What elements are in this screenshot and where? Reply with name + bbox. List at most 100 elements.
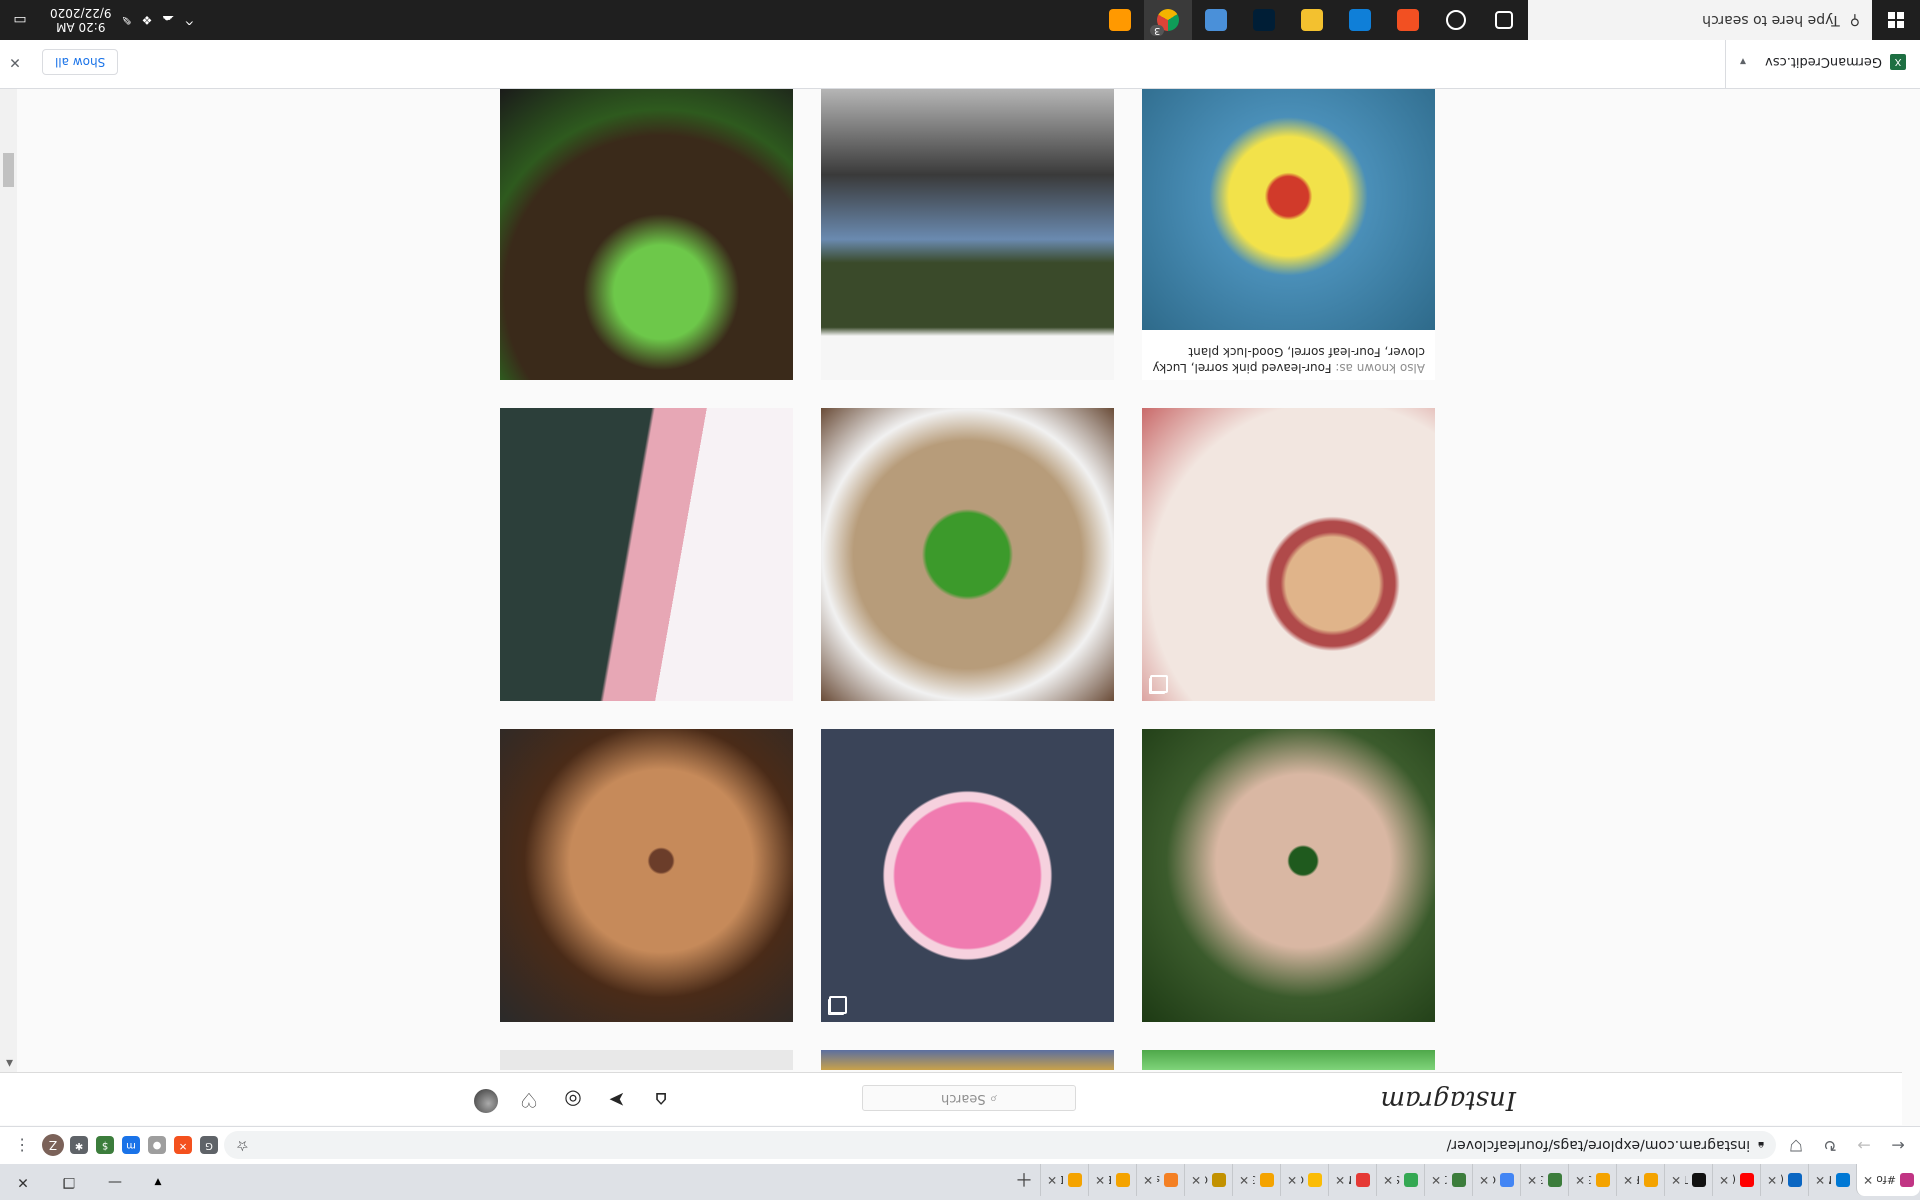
post-thumbnail[interactable] [821,1050,1114,1070]
browser-tab[interactable]: Mail ✕ [1808,1164,1856,1196]
menu-kebab-icon[interactable]: ⋮ [8,1132,36,1160]
home-icon[interactable]: ⌂ [648,1087,674,1113]
post-thumbnail[interactable] [821,408,1114,701]
office-app-taskbar-button[interactable] [1384,0,1432,40]
browser-tab[interactable]: The l ✕ [1664,1164,1712,1196]
show-hidden-icons-chevron[interactable]: ^ [184,13,194,27]
taskbar-search-box[interactable]: ⚲ Type here to search [1528,0,1872,40]
browser-tab[interactable]: (7) Su ✕ [1712,1164,1760,1196]
tab-close-icon[interactable]: ✕ [1479,1173,1489,1187]
tab-label: 3.2.4 [1589,1174,1592,1187]
restore-button[interactable]: ❐ [46,1174,92,1190]
onedrive-app-taskbar-button[interactable] [1192,0,1240,40]
gear-extension-icon[interactable]: G [200,1136,218,1155]
browser-tab[interactable]: Expe ✕ [1088,1164,1136,1196]
browser-tab[interactable]: Featu ✕ [1616,1164,1664,1196]
tab-close-icon[interactable]: ✕ [1239,1173,1249,1187]
profile-avatar-icon[interactable] [474,1089,498,1113]
forward-button[interactable]: → [1850,1132,1878,1160]
tab-close-icon[interactable]: ✕ [1383,1173,1393,1187]
browser-tab[interactable]: Searc ✕ [1376,1164,1424,1196]
onedrive-tray-icon[interactable]: ☁ [162,13,174,27]
photoshop-app-taskbar-button[interactable] [1240,0,1288,40]
bookmark-star-icon[interactable]: ☆ [236,1138,249,1154]
post-image [1142,729,1435,1022]
minimize-button[interactable]: — [92,1174,138,1190]
tab-close-icon[interactable]: ✕ [1527,1173,1537,1187]
tab-close-icon[interactable]: ✕ [1623,1173,1633,1187]
dollar-extension-icon[interactable]: $ [96,1136,114,1155]
tab-close-icon[interactable]: ✕ [1671,1173,1681,1187]
close-window-button[interactable]: ✕ [0,1174,46,1190]
tab-close-icon[interactable]: ✕ [1431,1173,1441,1187]
taskbar-clock[interactable]: 9:20 AM 9/22/2020 [50,6,112,34]
post-thumbnail[interactable] [1142,408,1435,701]
back-button[interactable]: ← [1884,1132,1912,1160]
grey-circle-extension-icon[interactable]: ● [148,1136,166,1155]
notification-center-icon[interactable]: ▭ [0,12,40,28]
browser-tab[interactable]: 3.2.4 ✕ [1568,1164,1616,1196]
browser-tab[interactable]: 1585 ✕ [1424,1164,1472,1196]
blue-extension-icon[interactable]: m [122,1136,140,1155]
post-thumbnail[interactable] [1142,729,1435,1022]
chrome-app-taskbar-button[interactable]: 3 [1144,0,1192,40]
browser-tab[interactable]: Mini- ✕ [1328,1164,1376,1196]
pen-tray-icon[interactable]: ✎ [122,13,132,27]
address-bar[interactable]: 🔒︎ instagram.com/explore/tags/fourleafcl… [224,1131,1776,1160]
scrollbar-thumb[interactable] [3,153,14,187]
download-item[interactable]: X GermanCredit.csv ▾ [1725,36,1920,88]
shield-icon[interactable]: ⛉ [1782,1132,1810,1160]
post-thumbnail[interactable] [500,729,793,1022]
tab-close-icon[interactable]: ✕ [1719,1173,1729,1187]
browser-tab[interactable]: Class ✕ [1184,1164,1232,1196]
browser-tab[interactable]: 3.2.4 ✕ [1232,1164,1280,1196]
orange-extension-icon[interactable]: ✕ [174,1136,192,1155]
chevron-down-icon[interactable]: ▾ [1740,55,1746,69]
cortana-taskbar-button[interactable] [1432,0,1480,40]
direct-message-icon[interactable]: ➤ [604,1087,630,1113]
tab-close-icon[interactable]: ✕ [1287,1173,1297,1187]
dropbox-tray-icon[interactable]: ❖ [142,13,153,27]
browser-tab[interactable]: Data ✕ [1040,1164,1088,1196]
post-thumbnail[interactable] [500,1050,793,1070]
tab-close-icon[interactable]: ✕ [1815,1173,1825,1187]
show-all-downloads-button[interactable]: Show all [42,49,119,75]
reload-button[interactable]: ↻ [1816,1132,1844,1160]
browser-tab[interactable]: #four ✕ [1856,1164,1920,1196]
tab-close-icon[interactable]: ✕ [1191,1173,1201,1187]
tab-close-icon[interactable]: ✕ [1095,1173,1105,1187]
tab-search-button[interactable]: ▾ [138,1164,178,1200]
edge-app-taskbar-button[interactable] [1336,0,1384,40]
post-thumbnail[interactable] [821,729,1114,1022]
browser-tab[interactable]: (1) Li ✕ [1760,1164,1808,1196]
tab-close-icon[interactable]: ✕ [1335,1173,1345,1187]
search-input[interactable]: ⌕ Search [862,1085,1076,1111]
plant-info-card[interactable]: Also known as: Four-leaved pink sorrel, … [1142,87,1435,380]
puzzle-extension-icon[interactable]: ✱ [70,1136,88,1155]
post-thumbnail[interactable] [821,87,1114,380]
start-button[interactable] [1872,0,1920,40]
tab-close-icon[interactable]: ✕ [1767,1173,1777,1187]
task-view-taskbar-button[interactable] [1480,0,1528,40]
browser-tab[interactable]: src/C ✕ [1136,1164,1184,1196]
tab-close-icon[interactable]: ✕ [1143,1173,1153,1187]
browser-tab[interactable]: Caps ✕ [1472,1164,1520,1196]
close-download-shelf-icon[interactable]: ✕ [0,54,30,70]
profile-avatar[interactable]: Z [42,1134,64,1157]
file-explorer-taskbar-button[interactable] [1288,0,1336,40]
post-thumbnail[interactable] [500,87,793,380]
activity-heart-icon[interactable]: ♡ [516,1087,542,1113]
amazon-app-taskbar-button[interactable] [1096,0,1144,40]
page-scrollbar[interactable]: ▲ ▼ [0,72,17,1072]
browser-tab[interactable]: 3.5 C ✕ [1520,1164,1568,1196]
new-tab-button[interactable]: ＋ [1008,1164,1040,1196]
post-thumbnail[interactable] [500,408,793,701]
tab-close-icon[interactable]: ✕ [1863,1173,1873,1187]
tab-close-icon[interactable]: ✕ [1047,1173,1057,1187]
explore-compass-icon[interactable]: ◎ [560,1087,586,1113]
scroll-up-arrow-icon[interactable]: ▲ [6,1058,13,1068]
post-thumbnail[interactable] [1142,1050,1435,1070]
browser-tab[interactable]: Copy ✕ [1280,1164,1328,1196]
tab-close-icon[interactable]: ✕ [1575,1173,1585,1187]
instagram-logo[interactable]: Instagram [1380,1085,1516,1115]
